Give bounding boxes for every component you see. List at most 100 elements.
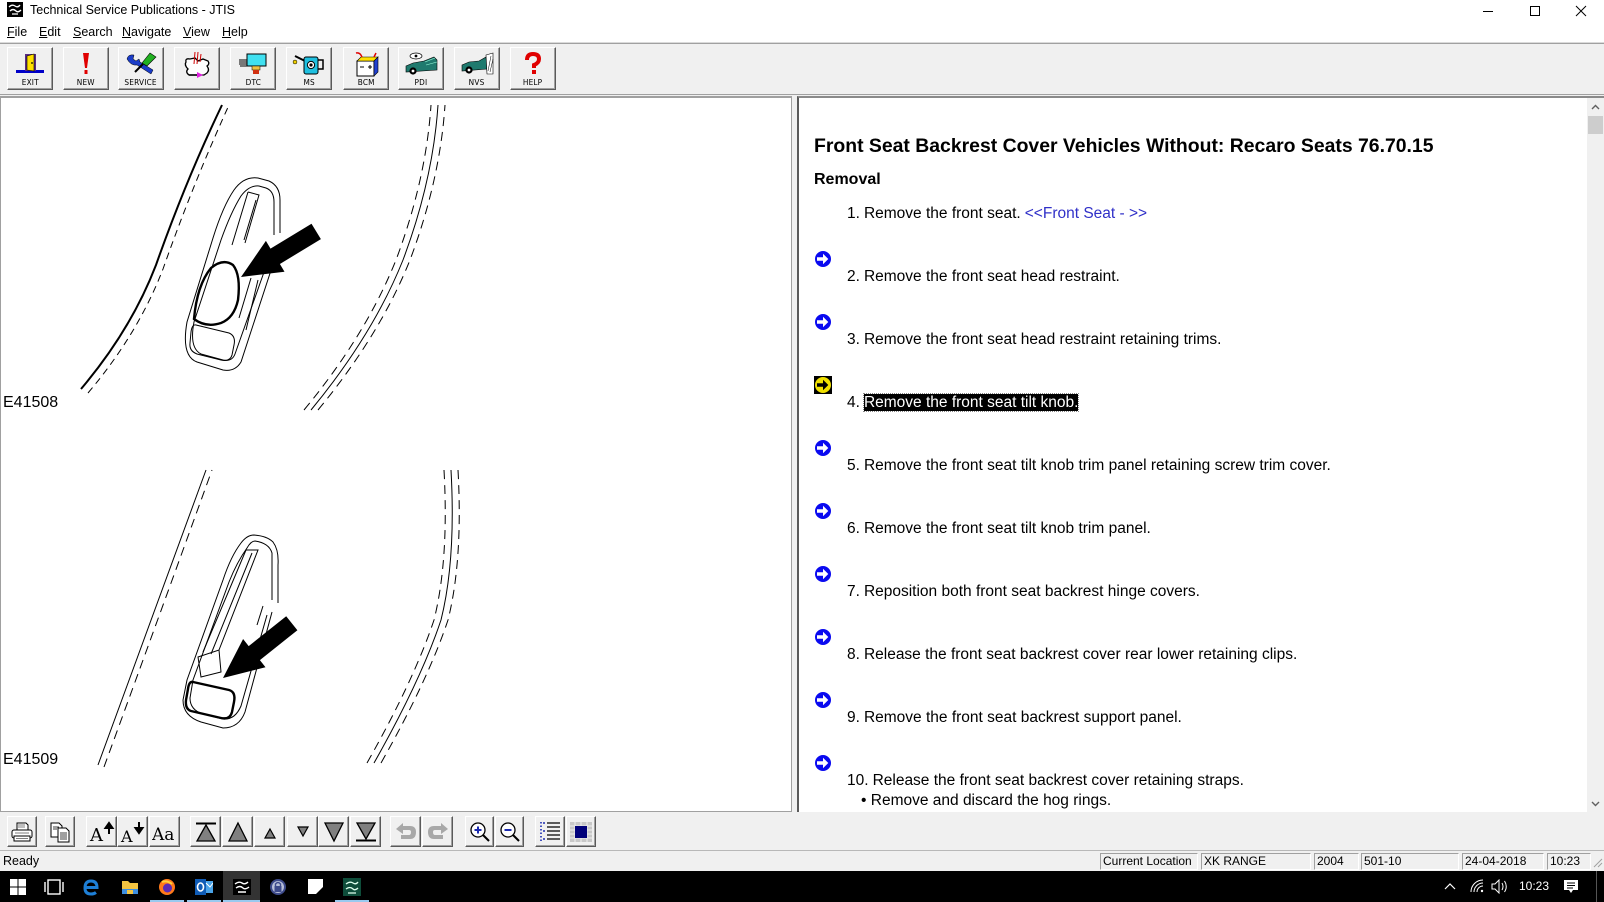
status-text: Ready [3, 854, 40, 868]
taskbar-firefox[interactable] [150, 871, 184, 902]
scroll-thumb[interactable] [1588, 116, 1603, 134]
copy-button[interactable] [45, 816, 75, 847]
ms-button[interactable]: MS [286, 47, 332, 90]
step-9: 9. Remove the front seat backrest support… [847, 709, 1182, 727]
page-title: Front Seat Backrest Cover Vehicles Witho… [814, 135, 1434, 157]
taskbar-app[interactable] [300, 871, 330, 902]
chevron-up-icon [1591, 104, 1600, 109]
dtc-button[interactable]: DTC [230, 47, 276, 90]
last-step-button[interactable] [350, 816, 381, 847]
vertical-scrollbar[interactable] [1587, 98, 1604, 812]
status-date: 24-04-2018 [1462, 853, 1544, 870]
taskbar-jtis[interactable] [223, 871, 260, 902]
scroll-up-button[interactable] [1587, 98, 1604, 115]
taskbar-clock[interactable]: 10:23 [1519, 879, 1549, 893]
svg-text:A: A [120, 827, 133, 844]
step-arrow-icon[interactable] [814, 439, 832, 457]
forward-button[interactable] [422, 816, 453, 847]
taskbar-vpn[interactable] [262, 871, 294, 902]
step-text: Remove the front seat. [863, 205, 1021, 222]
previous-small-button[interactable] [254, 816, 285, 847]
zoom-in-button[interactable] [465, 816, 494, 847]
oil-can-icon [292, 55, 324, 75]
menu-search[interactable]: Search [73, 25, 113, 39]
status-bar: Ready Current Location XK RANGE 2004 501… [0, 850, 1604, 871]
toolbar-label: EXIT [21, 78, 39, 87]
resize-grip-icon[interactable] [1592, 857, 1603, 869]
font-default-button[interactable]: Aa [149, 816, 180, 847]
menu-help[interactable]: Help [222, 25, 248, 39]
step-8: 8. Release the front seat backrest cover … [847, 646, 1297, 664]
service-button[interactable]: SERVICE [118, 47, 164, 90]
print-button[interactable] [7, 816, 37, 847]
taskbar-outlook[interactable] [187, 871, 221, 902]
bcm-button[interactable]: BCM [343, 47, 389, 90]
taskbar-jaguar-tool[interactable] [335, 871, 369, 902]
show-desktop-button[interactable] [1596, 871, 1597, 902]
menu-label: avigate [131, 25, 172, 39]
help-button[interactable]: HELP [510, 47, 556, 90]
step-arrow-icon[interactable] [814, 565, 832, 583]
maximize-button[interactable] [1512, 0, 1558, 22]
step-number: 3. [847, 331, 860, 348]
scroll-down-button[interactable] [1587, 795, 1604, 812]
start-button[interactable] [0, 871, 36, 902]
front-seat-link[interactable]: <<Front Seat - >> [1025, 205, 1147, 222]
car-ramp-icon [461, 52, 494, 75]
step-arrow-icon[interactable] [814, 502, 832, 520]
zoom-out-button[interactable] [495, 816, 524, 847]
step-arrow-icon[interactable] [814, 691, 832, 709]
start-icon [10, 878, 26, 895]
notifications-icon[interactable] [1563, 879, 1579, 895]
step-arrow-icon[interactable] [814, 754, 832, 772]
print-icon [11, 822, 33, 841]
jtis-icon [232, 878, 251, 895]
step-text: Remove the front seat tilt knob trim pan… [863, 457, 1331, 474]
menu-view[interactable]: View [183, 25, 210, 39]
font-larger-button[interactable]: A [86, 816, 117, 847]
toolbar-label: PDI [414, 78, 428, 87]
pdi-button[interactable]: PDI [398, 47, 444, 90]
new-button[interactable]: NEW [63, 47, 109, 90]
first-step-button[interactable] [190, 816, 221, 847]
step-number: 4. [847, 394, 860, 411]
minimize-button[interactable] [1465, 0, 1511, 22]
window-title: Technical Service Publications - JTIS [30, 3, 235, 17]
toolbar-label: MS [303, 78, 315, 87]
selected-step-text[interactable]: Remove the front seat tilt knob. [862, 393, 1080, 412]
menu-file[interactable]: File [7, 25, 27, 39]
wiring-diagram-icon [184, 51, 210, 78]
font-smaller-button[interactable]: A [117, 816, 148, 847]
close-button[interactable] [1558, 0, 1604, 22]
next-step-button[interactable] [318, 816, 349, 847]
menu-edit[interactable]: Edit [39, 25, 61, 39]
taskbar-file-explorer[interactable] [112, 871, 148, 902]
current-step-arrow-icon[interactable] [814, 376, 832, 394]
wifi-icon[interactable] [1469, 879, 1485, 893]
menu-label: iew [191, 25, 210, 39]
taskbar-edge[interactable] [74, 871, 108, 902]
fit-view-button[interactable] [566, 816, 596, 847]
status-model: XK RANGE [1201, 853, 1311, 870]
maximize-icon [1530, 6, 1540, 16]
previous-step-button[interactable] [222, 816, 253, 847]
illustration-canvas [80, 104, 460, 768]
next-small-button[interactable] [287, 816, 318, 847]
step-1: 1. Remove the front seat. <<Front Seat - >… [847, 205, 1147, 223]
step-arrow-icon[interactable] [814, 628, 832, 646]
jtis-app-icon[interactable] [7, 2, 23, 17]
step-number: 6. [847, 520, 860, 537]
wiring-button[interactable] [174, 47, 220, 90]
nvs-button[interactable]: NVS [454, 47, 500, 90]
task-view-button[interactable] [38, 871, 70, 902]
tray-overflow-chevron-icon[interactable] [1444, 882, 1456, 890]
menu-navigate[interactable]: Navigate [122, 25, 171, 39]
step-4: 4. Remove the front seat tilt knob. [847, 393, 1080, 412]
minimize-icon [1483, 11, 1493, 12]
step-arrow-icon[interactable] [814, 313, 832, 331]
step-arrow-icon[interactable] [814, 250, 832, 268]
exit-button[interactable]: EXIT [7, 47, 53, 90]
volume-icon[interactable] [1491, 879, 1509, 894]
list-view-button[interactable] [535, 816, 565, 847]
back-button[interactable] [390, 816, 421, 847]
